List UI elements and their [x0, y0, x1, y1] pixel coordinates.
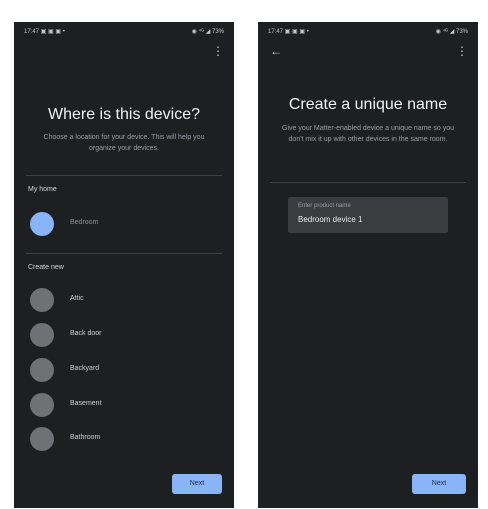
room-label: Bedroom [70, 219, 99, 226]
room-label: Backyard [70, 365, 100, 372]
room-label: Basement [70, 400, 102, 407]
more-vert-icon[interactable]: ⋮ [212, 44, 224, 58]
page-subtitle: Choose a location for your device. This … [43, 134, 205, 152]
radio-unselected[interactable] [30, 393, 54, 417]
room-label: Bathroom [70, 434, 101, 441]
room-option-backyard[interactable]: Backyard [28, 356, 220, 384]
divider [26, 253, 222, 254]
product-name-field[interactable]: Enter product name Bedroom device 1 [288, 197, 448, 233]
next-button[interactable]: Next [172, 474, 222, 494]
room-option-basement[interactable]: Basement [28, 391, 220, 419]
name-screen: 17:47 ▣ ▣ ▣ • ◉ ⁴ᴳ ◢ 73% ← ⋮ Create a un… [258, 22, 478, 508]
page-subtitle: Give your Matter-enabled device a unique… [282, 125, 454, 143]
status-time: 17:47 ▣ ▣ ▣ • [24, 29, 65, 35]
room-option-bathroom[interactable]: Bathroom [28, 425, 220, 453]
radio-unselected[interactable] [30, 358, 54, 382]
room-option-back-door[interactable]: Back door [28, 321, 220, 349]
radio-selected[interactable] [30, 212, 54, 236]
radio-unselected[interactable] [30, 427, 54, 451]
more-vert-icon[interactable]: ⋮ [456, 44, 468, 58]
divider [270, 182, 466, 183]
status-time: 17:47 ▣ ▣ ▣ • [268, 29, 309, 35]
back-arrow-icon[interactable]: ← [270, 44, 282, 58]
field-label: Enter product name [298, 203, 351, 209]
status-bar: 17:47 ▣ ▣ ▣ • ◉ ⁴ᴳ ◢ 73% [24, 28, 224, 38]
status-bar: 17:47 ▣ ▣ ▣ • ◉ ⁴ᴳ ◢ 73% [268, 28, 468, 38]
room-label: Back door [70, 330, 102, 337]
divider [26, 175, 222, 176]
page-title: Where is this device? [47, 106, 201, 123]
status-icons: ◉ ⁴ᴳ ◢ 73% [191, 29, 224, 35]
status-icons: ◉ ⁴ᴳ ◢ 73% [435, 29, 468, 35]
room-label: Attic [70, 295, 84, 302]
radio-unselected[interactable] [30, 288, 54, 312]
location-screen: 17:47 ▣ ▣ ▣ • ◉ ⁴ᴳ ◢ 73% ⋮ Where is this… [14, 22, 234, 508]
product-name-input[interactable]: Bedroom device 1 [298, 215, 362, 224]
next-button[interactable]: Next [412, 474, 466, 494]
section-create-new: Create new [28, 264, 64, 271]
section-my-home: My home [28, 186, 57, 193]
room-option-attic[interactable]: Attic [28, 286, 220, 314]
page-title: Create a unique name [288, 96, 448, 113]
radio-unselected[interactable] [30, 323, 54, 347]
room-option-bedroom[interactable]: Bedroom [28, 210, 220, 238]
